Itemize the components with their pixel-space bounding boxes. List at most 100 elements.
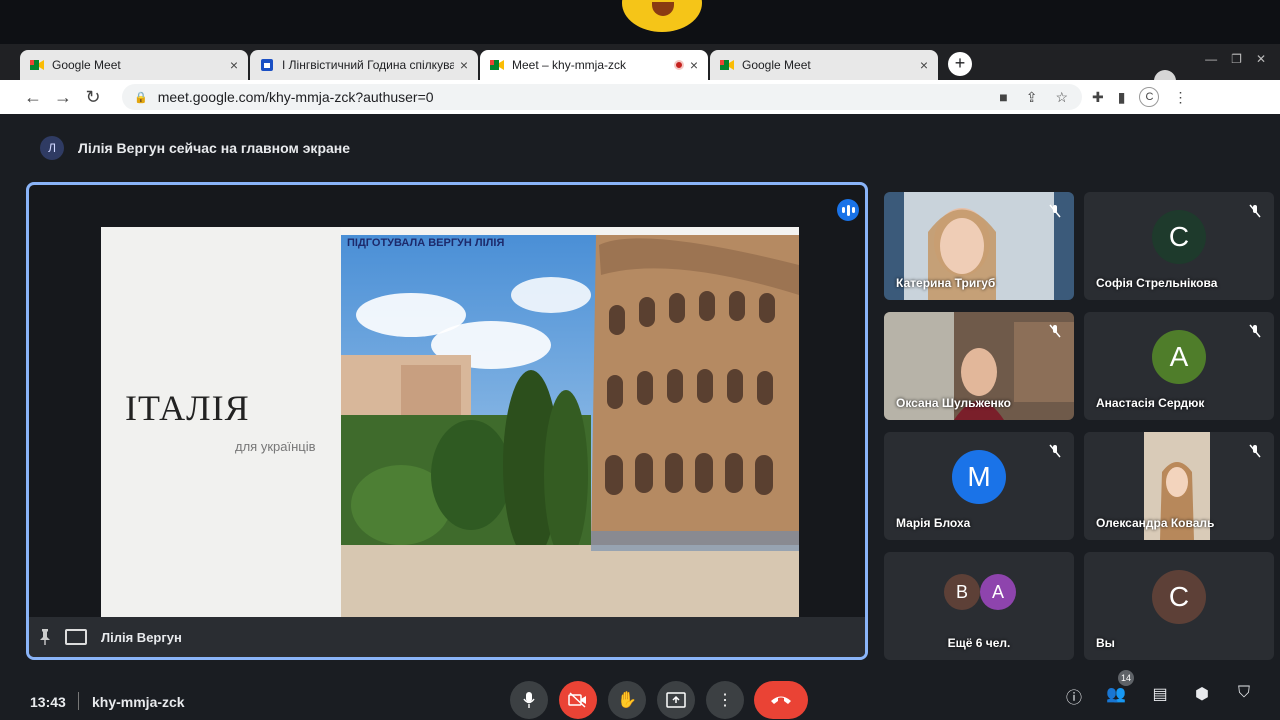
participant-name: Софія Стрельнікова [1096, 276, 1218, 290]
more-participants-label: Ещё 6 чел. [947, 636, 1011, 650]
camera-in-use-icon[interactable]: ■ [999, 89, 1007, 106]
address-bar[interactable]: 🔒 meet.google.com/khy-mmja-zck?authuser=… [122, 84, 1082, 110]
participant-name: Олександра Коваль [1096, 516, 1215, 530]
reload-icon[interactable]: ↻ [78, 87, 108, 108]
hand-icon: ✋ [617, 692, 637, 709]
participant-avatar: С [1152, 210, 1206, 265]
restore-icon[interactable]: ❐ [1231, 52, 1242, 66]
microphone-icon [523, 692, 535, 708]
host-controls-shield-icon[interactable]: ⛉ [1232, 684, 1256, 708]
participant-avatar: А [980, 574, 1016, 610]
meet-favicon-icon [490, 60, 504, 70]
mic-muted-icon [1249, 324, 1261, 338]
profile-avatar[interactable]: C [1139, 87, 1160, 107]
participant-name: Анастасія Сердюк [1096, 396, 1205, 410]
shared-slide: ІТАЛІЯ для українців ПІДГОТУВАЛА ВЕРГУН … [101, 227, 799, 619]
browser-menu-icon[interactable]: ⋮ [1173, 89, 1187, 106]
side-panel-icon[interactable]: ▮ [1118, 89, 1126, 106]
recording-indicator-icon [673, 60, 684, 70]
meeting-code: khy-mmja-zck [92, 694, 185, 710]
minimize-icon[interactable]: — [1205, 52, 1217, 66]
camera-off-button[interactable] [559, 681, 597, 719]
tab-title: Meet – khy-mmja-zck [512, 58, 627, 72]
participant-avatar: В [944, 574, 980, 610]
share-icon[interactable]: ⇪ [1026, 89, 1038, 106]
participant-name: Катерина Тригуб [896, 276, 996, 290]
window-controls: — ❐ ✕ [1205, 52, 1266, 66]
participant-tile[interactable]: Олександра Коваль [1084, 432, 1274, 540]
slide-credit: ПІДГОТУВАЛА ВЕРГУН ЛІЛІЯ [347, 237, 505, 249]
url-text: meet.google.com/khy-mmja-zck?authuser=0 [157, 89, 434, 105]
meet-favicon-icon [720, 60, 734, 70]
colosseum-photo [341, 235, 799, 619]
browser-tab-bar: Google Meet × І Лінгвістичний Година спі… [0, 44, 1280, 80]
new-tab-button[interactable]: + [948, 52, 972, 76]
self-tile[interactable]: С Вы [1084, 552, 1274, 660]
pin-icon[interactable] [39, 629, 51, 645]
raise-hand-button[interactable]: ✋ [608, 681, 646, 719]
participant-tile[interactable]: М Марія Блоха [884, 432, 1074, 540]
people-icon[interactable]: 👥 [1104, 684, 1128, 708]
extensions-puzzle-icon[interactable]: ✚ [1092, 89, 1104, 106]
people-count-badge: 14 [1118, 670, 1134, 686]
tab-close-icon[interactable]: × [460, 57, 468, 73]
leave-call-button[interactable] [754, 681, 808, 719]
participant-name: Марія Блоха [896, 516, 971, 530]
participant-avatar: М [952, 450, 1006, 505]
slide-subtitle: для українців [235, 439, 316, 454]
chat-icon[interactable]: ▤ [1148, 684, 1172, 708]
tab-title: Google Meet [52, 58, 121, 72]
slide-title: ІТАЛІЯ [125, 388, 250, 428]
calendar-favicon-icon [261, 59, 273, 71]
more-participants-tile[interactable]: В А Ещё 6 чел. [884, 552, 1074, 660]
tab-close-icon[interactable]: × [690, 57, 698, 73]
stage-presenter-name: Лілія Вергун [101, 629, 182, 645]
main-presentation-stage[interactable]: ІТАЛІЯ для українців ПІДГОТУВАЛА ВЕРГУН … [26, 182, 868, 660]
participant-tile[interactable]: Катерина Тригуб [884, 192, 1074, 300]
browser-toolbar: ← → ↻ 🔒 meet.google.com/khy-mmja-zck?aut… [0, 80, 1280, 114]
presenter-avatar: Л [40, 136, 64, 160]
divider [78, 692, 79, 710]
participant-tile[interactable]: Оксана Шульженко [884, 312, 1074, 420]
tab-title: І Лінгвістичний Година спілкування [282, 58, 454, 72]
tab-close-icon[interactable]: × [230, 57, 238, 73]
tab-meet-active[interactable]: Meet – khy-mmja-zck × [480, 50, 708, 80]
presentation-icon [65, 629, 87, 645]
forward-arrow-icon[interactable]: → [48, 87, 78, 108]
microphone-button[interactable] [510, 681, 548, 719]
participant-tile[interactable]: С Софія Стрельнікова [1084, 192, 1274, 300]
mic-muted-icon [1249, 204, 1261, 218]
speaking-indicator-icon [837, 199, 859, 221]
presenter-notice-text: Лілія Вергун сейчас на главном экране [78, 140, 351, 156]
tab-title: Google Meet [742, 58, 811, 72]
camera-off-icon [568, 692, 586, 708]
meeting-time: 13:43 [30, 694, 66, 710]
bookmark-star-icon[interactable]: ☆ [1055, 89, 1068, 106]
present-screen-icon [666, 692, 686, 708]
hang-up-icon [771, 696, 791, 704]
more-options-button[interactable]: ⋮ [706, 681, 744, 719]
meet-favicon-icon [30, 60, 44, 70]
tab-google-meet-1[interactable]: Google Meet × [20, 50, 248, 80]
present-screen-button[interactable] [657, 681, 695, 719]
mic-muted-icon [1249, 444, 1261, 458]
stage-footer: Лілія Вергун [29, 617, 865, 657]
mic-muted-icon [1049, 204, 1061, 218]
tab-lingvistic[interactable]: І Лінгвістичний Година спілкування × [250, 50, 478, 80]
participant-tile[interactable]: А Анастасія Сердюк [1084, 312, 1274, 420]
mic-muted-icon [1049, 444, 1061, 458]
mic-muted-icon [1049, 324, 1061, 338]
more-vertical-icon: ⋮ [717, 692, 733, 709]
self-avatar: С [1152, 570, 1206, 625]
activities-icon[interactable]: ⬢ [1190, 684, 1214, 708]
participant-avatar: А [1152, 330, 1206, 385]
close-window-icon[interactable]: ✕ [1256, 52, 1266, 66]
back-arrow-icon[interactable]: ← [18, 87, 48, 108]
info-icon[interactable]: ⓘ [1062, 684, 1086, 708]
participant-name: Оксана Шульженко [896, 396, 1011, 410]
lock-icon[interactable]: 🔒 [134, 91, 148, 104]
presenter-notice: Л Лілія Вергун сейчас на главном экране [40, 136, 350, 160]
tab-close-icon[interactable]: × [920, 57, 928, 73]
tab-google-meet-2[interactable]: Google Meet × [710, 50, 938, 80]
self-name: Вы [1096, 636, 1115, 650]
